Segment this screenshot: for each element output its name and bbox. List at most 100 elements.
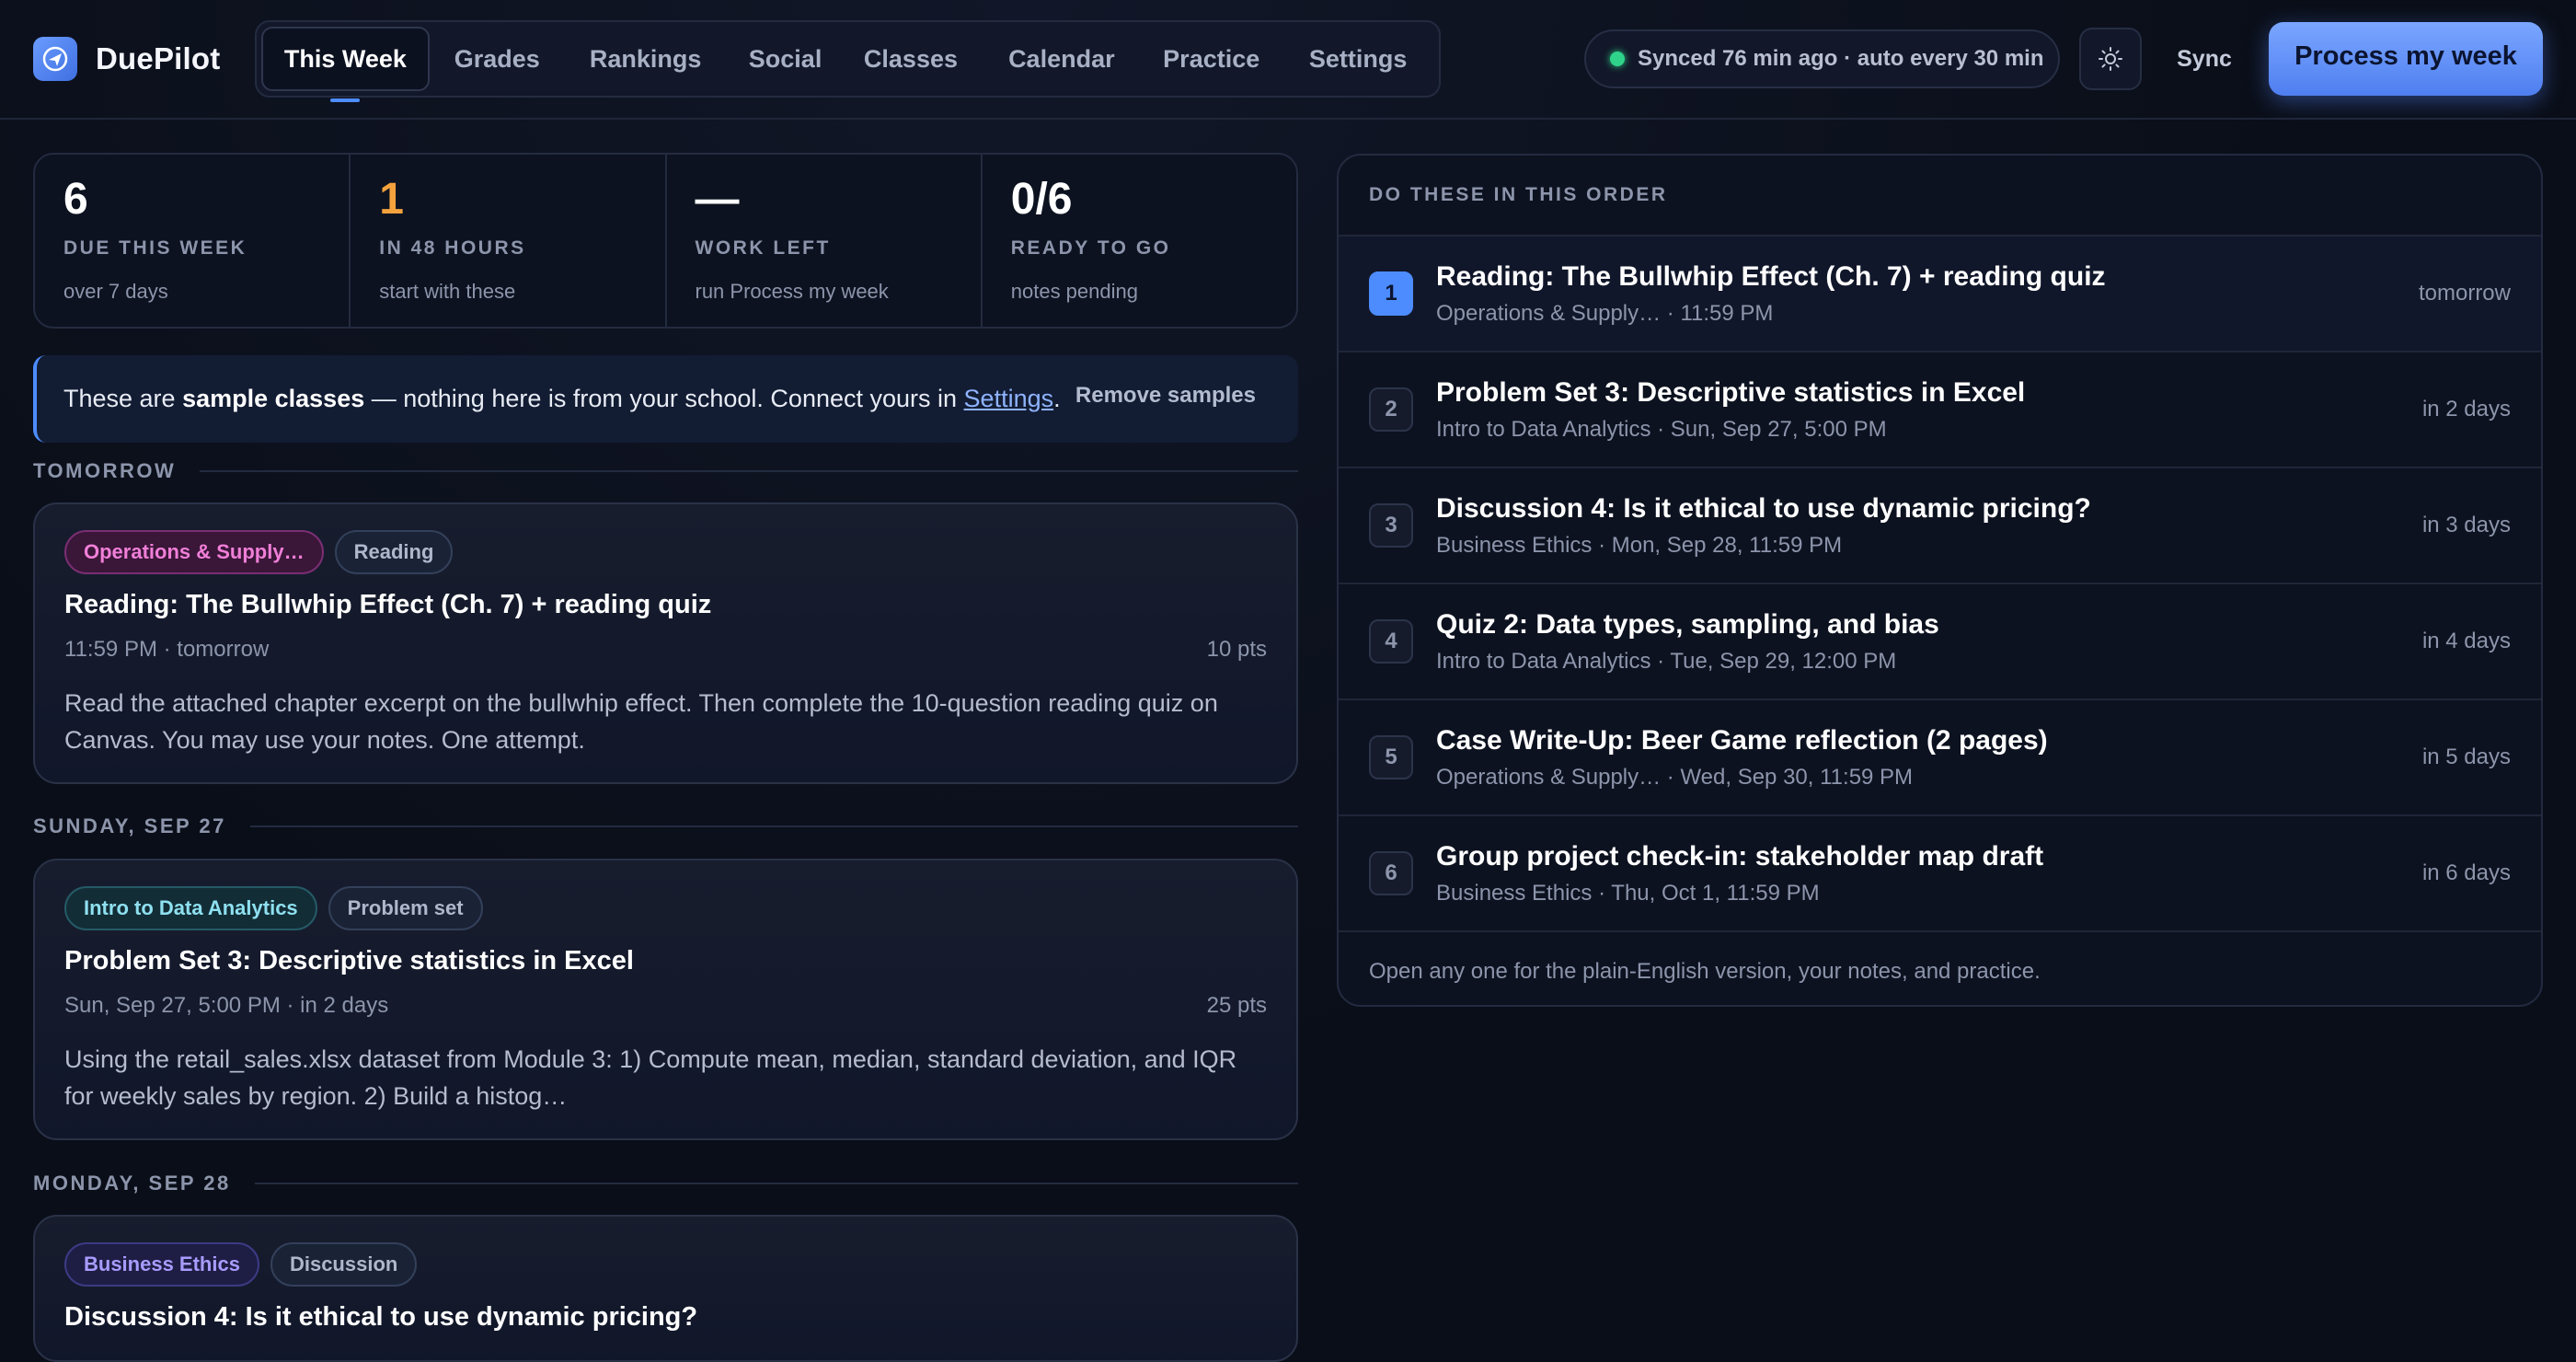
process-my-week-button[interactable]: Process my week [2269,22,2543,96]
settings-link[interactable]: Settings [964,385,1054,412]
divider [254,1183,1298,1184]
paper-plane-icon [33,37,77,81]
sync-status-dot [1610,52,1625,66]
tab-this-week[interactable]: This Week [261,27,430,91]
order-item-sub: Business Ethics · Thu, Oct 1, 11:59 PM [1436,881,1820,906]
stat-sub: start with these [379,280,516,303]
stat-label: WORK LEFT [695,237,831,259]
order-number: 5 [1369,735,1413,779]
order-item-when: in 6 days [2421,860,2511,885]
course-chip: Intro to Data Analytics [64,886,317,930]
order-item[interactable]: 3 Discussion 4: Is it ethical to use dyn… [1339,468,2541,584]
stat-ready-to-go: 0/6 READY TO GO notes pending [983,155,1296,327]
order-item-sub: Intro to Data Analytics · Sun, Sep 27, 5… [1436,417,1887,442]
course-chip: Business Ethics [64,1242,259,1287]
panel-heading: DO THESE IN THIS ORDER [1339,156,2541,237]
stat-due-this-week: 6 DUE THIS WEEK over 7 days [35,155,351,327]
order-number: 3 [1369,503,1413,548]
card-points: 25 pts [1206,993,1267,1018]
card-due: Sun, Sep 27, 5:00 PM · in 2 days [64,993,389,1018]
card-title: Discussion 4: Is it ethical to use dynam… [64,1302,698,1332]
stat-label: DUE THIS WEEK [63,237,247,259]
banner-text: These are sample classes — nothing here … [63,385,1061,412]
day-heading-tomorrow: TOMORROW [33,457,1298,485]
priority-order-panel: DO THESE IN THIS ORDER 1 Reading: The Bu… [1337,154,2543,1007]
assignment-card[interactable]: Business Ethics Discussion Discussion 4:… [33,1215,1298,1362]
card-description: Read the attached chapter excerpt on the… [64,689,1218,754]
assignment-card[interactable]: Operations & Supply… Reading Reading: Th… [33,502,1298,784]
order-item[interactable]: 4 Quiz 2: Data types, sampling, and bias… [1339,584,2541,700]
app-name: DuePilot [96,41,221,75]
tab-social[interactable]: Social [727,27,845,91]
week-stats: 6 DUE THIS WEEK over 7 days 1 IN 48 HOUR… [33,153,1298,329]
type-chip: Discussion [270,1242,418,1287]
order-number: 6 [1369,851,1413,895]
divider [249,825,1298,827]
assignment-card[interactable]: Intro to Data Analytics Problem set Prob… [33,859,1298,1140]
order-item-when: tomorrow [2418,281,2511,306]
sync-button[interactable]: Sync [2162,28,2247,90]
stat-sub: notes pending [1010,280,1138,303]
tab-settings[interactable]: Settings [1277,27,1439,91]
order-item-title: Reading: The Bullwhip Effect (Ch. 7) + r… [1436,261,2106,292]
card-description: Using the retail_sales.xlsx dataset from… [64,1045,1237,1110]
card-title: Reading: The Bullwhip Effect (Ch. 7) + r… [64,590,712,619]
tab-grades[interactable]: Grades [430,27,565,91]
stat-label: IN 48 HOURS [379,237,526,259]
order-number: 4 [1369,619,1413,664]
order-item-when: in 4 days [2421,629,2511,653]
order-item[interactable]: 5 Case Write-Up: Beer Game reflection (2… [1339,700,2541,816]
card-due: 11:59 PM · tomorrow [64,637,270,662]
order-item-sub: Business Ethics · Mon, Sep 28, 11:59 PM [1436,533,1843,558]
order-item-title: Case Write-Up: Beer Game reflection (2 p… [1436,725,2048,756]
order-item-when: in 2 days [2421,397,2511,421]
order-item-title: Quiz 2: Data types, sampling, and bias [1436,609,1939,640]
day-heading-sunday: SUNDAY, SEP 27 [33,813,1298,840]
order-item-title: Group project check-in: stakeholder map … [1436,841,2044,871]
stat-work-left: — WORK LEFT run Process my week [667,155,983,327]
stat-sub: over 7 days [63,280,168,303]
remove-samples-button[interactable]: Remove samples [1075,383,1256,409]
order-item-sub: Intro to Data Analytics · Tue, Sep 29, 1… [1436,649,1897,674]
order-number: 2 [1369,387,1413,432]
stat-value: 1 [379,175,404,224]
order-item[interactable]: 1 Reading: The Bullwhip Effect (Ch. 7) +… [1339,237,2541,352]
sun-icon [2099,47,2122,71]
type-chip: Problem set [328,886,483,930]
card-points: 10 pts [1206,637,1267,662]
course-chip: Operations & Supply… [64,530,324,574]
order-item-title: Problem Set 3: Descriptive statistics in… [1436,377,2026,408]
card-title: Problem Set 3: Descriptive statistics in… [64,946,634,975]
sample-classes-banner: These are sample classes — nothing here … [33,355,1298,443]
tab-rankings[interactable]: Rankings [565,27,727,91]
tab-practice[interactable]: Practice [1145,27,1277,91]
panel-footer-hint: Open any one for the plain-English versi… [1369,959,2041,984]
day-heading-monday: MONDAY, SEP 28 [33,1170,1298,1197]
tab-calendar[interactable]: Calendar [977,27,1145,91]
stat-in-48-hours: 1 IN 48 HOURS start with these [351,155,667,327]
main-nav: This Week Grades Rankings Social Classes… [255,20,1441,98]
brand[interactable]: DuePilot [33,37,220,81]
card-meta: Sun, Sep 27, 5:00 PM · in 2 days 25 pts [64,993,1267,1019]
tab-classes[interactable]: Classes [845,27,978,91]
stat-value: 0/6 [1010,175,1073,224]
card-tags: Operations & Supply… Reading [64,530,1267,574]
stat-value: 6 [63,175,88,224]
order-item[interactable]: 2 Problem Set 3: Descriptive statistics … [1339,352,2541,468]
order-item-when: in 3 days [2421,513,2511,537]
order-item-title: Discussion 4: Is it ethical to use dynam… [1436,493,2091,524]
order-number: 1 [1369,271,1413,316]
sync-status-text: Synced 76 min ago · auto every 30 min [1638,46,2044,71]
order-item-sub: Operations & Supply… · 11:59 PM [1436,301,1774,326]
top-bar: DuePilot This Week Grades Rankings Socia… [0,0,2576,120]
card-meta: 11:59 PM · tomorrow 10 pts [64,637,1267,663]
order-item-sub: Operations & Supply… · Wed, Sep 30, 11:5… [1436,765,1914,790]
stat-label: READY TO GO [1010,237,1171,259]
order-item-when: in 5 days [2421,744,2511,769]
order-item[interactable]: 6 Group project check-in: stakeholder ma… [1339,816,2541,932]
divider [200,470,1298,472]
theme-toggle-button[interactable] [2079,28,2142,90]
card-tags: Business Ethics Discussion [64,1242,1267,1287]
stat-sub: run Process my week [695,280,889,303]
sync-status-pill: Synced 76 min ago · auto every 30 min [1584,29,2060,88]
